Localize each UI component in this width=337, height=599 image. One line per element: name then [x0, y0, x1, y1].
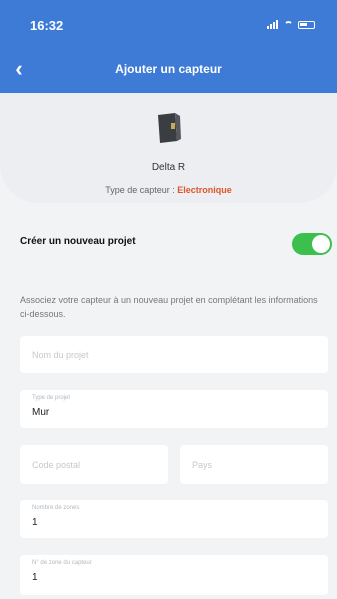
device-type-value: Electronique	[177, 185, 232, 195]
page-title: Ajouter un capteur	[115, 62, 222, 76]
project-type-field[interactable]: Type de projet Mur	[20, 390, 328, 428]
zone-count-label: Nombre de zones	[32, 505, 80, 511]
signal-icon	[267, 20, 279, 29]
device-name: Delta R	[151, 162, 186, 173]
project-type-label: Type de projet	[32, 395, 71, 401]
new-project-row: Créer un nouveau projet	[20, 233, 332, 255]
project-name-placeholder: Nom du projet	[32, 350, 89, 360]
status-icons	[267, 20, 315, 29]
zone-count-value: 1	[32, 517, 38, 528]
battery-icon	[298, 20, 315, 29]
sensor-zone-label: N° de zone du capteur	[32, 560, 92, 566]
sensor-zone-value: 1	[32, 572, 38, 583]
app-header: 16:32 ‹ Ajouter un capteur	[0, 0, 337, 93]
wifi-icon	[284, 20, 293, 29]
sensor-zone-field[interactable]: N° de zone du capteur 1	[20, 555, 328, 595]
country-placeholder: Pays	[192, 460, 213, 470]
new-project-label: Créer un nouveau projet	[20, 236, 136, 247]
new-project-toggle[interactable]	[292, 233, 332, 255]
device-type: Type de capteur : Electronique	[0, 185, 337, 195]
project-name-field[interactable]: Nom du projet	[20, 336, 328, 373]
status-time: 16:32	[30, 18, 64, 33]
zone-count-field[interactable]: Nombre de zones 1	[20, 500, 328, 538]
country-field[interactable]: Pays	[180, 445, 328, 484]
device-type-label: Type de capteur :	[105, 185, 175, 195]
postal-code-placeholder: Code postal	[32, 460, 81, 470]
postal-code-field[interactable]: Code postal	[20, 445, 168, 484]
info-text: Associez votre capteur à un nouveau proj…	[20, 295, 318, 319]
project-type-value: Mur	[32, 407, 50, 418]
sensor-device-icon	[158, 113, 181, 143]
